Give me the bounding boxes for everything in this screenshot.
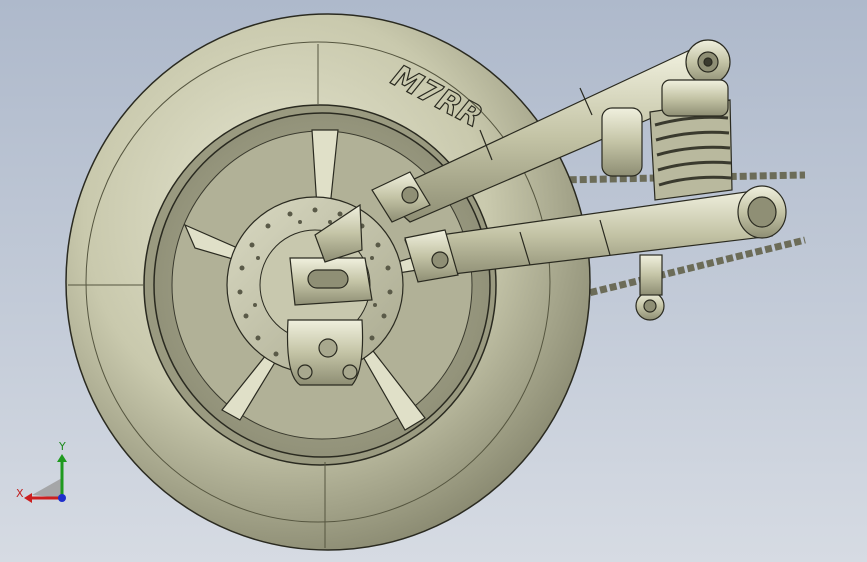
brake-caliper[interactable] <box>286 319 364 386</box>
cad-viewport[interactable]: M7RR <box>0 0 867 562</box>
triad-y-label: Y <box>59 440 66 453</box>
triad-x-label: X <box>16 487 24 500</box>
swingarm-upper-pivot[interactable] <box>685 39 731 85</box>
orientation-triad: X Y <box>10 440 80 510</box>
swingarm-lower-pivot[interactable] <box>737 185 787 239</box>
